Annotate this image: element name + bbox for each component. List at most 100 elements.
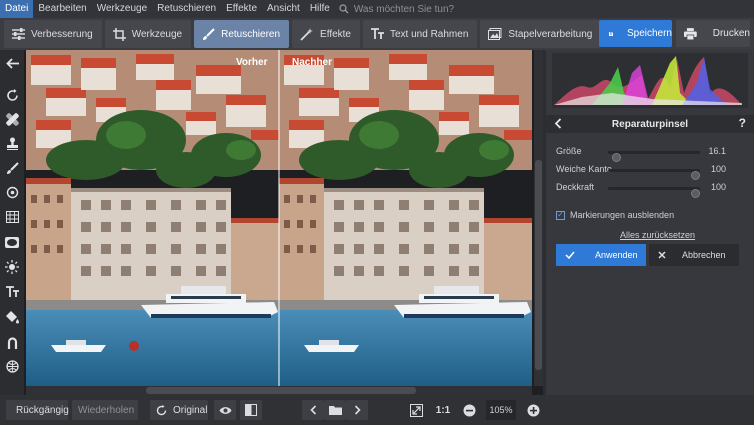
slider-track[interactable]	[608, 187, 700, 198]
checkbox-label: Markierungen ausblenden	[570, 210, 675, 220]
zoom-out-button[interactable]	[460, 400, 478, 420]
slider-value: 100	[710, 164, 726, 174]
print-button[interactable]: Drucken	[676, 20, 750, 47]
redo-label: Wiederholen	[78, 404, 135, 416]
cancel-label: Abbrechen	[682, 250, 726, 260]
slider-label: Weiche Kante	[556, 164, 612, 174]
next-image-button[interactable]	[346, 400, 368, 420]
panel-title: Reparaturpinsel	[611, 118, 689, 130]
menu-datei[interactable]: Datei	[0, 0, 34, 18]
tab-text-und-rahmen[interactable]: Text und Rahmen	[363, 20, 478, 48]
vertical-scrollbar[interactable]	[534, 50, 543, 386]
lasso-icon[interactable]	[2, 332, 22, 352]
chevron-left-icon[interactable]	[554, 118, 562, 129]
original-button[interactable]: Original	[150, 400, 208, 420]
brush-icon	[203, 27, 215, 40]
help-icon[interactable]: ?	[739, 116, 746, 130]
split-view-icon	[245, 404, 257, 416]
original-label: Original	[173, 404, 208, 416]
target-icon[interactable]	[2, 182, 22, 202]
reset-all-link[interactable]: Alles zurücksetzen	[620, 230, 695, 240]
hide-markings-option[interactable]: ✓ Markierungen ausblenden	[556, 210, 674, 220]
close-icon	[658, 251, 666, 259]
previous-image-button[interactable]	[302, 400, 324, 420]
crop-icon	[112, 27, 126, 41]
slider-knob[interactable]	[612, 153, 622, 162]
horizontal-scroll-thumb[interactable]	[146, 387, 416, 394]
menu-search[interactable]: Was möchten Sie tun?	[339, 4, 454, 15]
stamp-icon[interactable]	[2, 133, 22, 153]
actual-size-button[interactable]: 1:1	[432, 400, 454, 420]
slider-track[interactable]	[608, 151, 700, 162]
chevron-right-icon	[354, 405, 361, 415]
undo-button[interactable]: Rückgängig	[6, 400, 69, 420]
checkmark-icon	[565, 251, 575, 259]
slider-value: 100	[710, 182, 726, 192]
fit-screen-icon	[409, 403, 423, 417]
zoom-in-button[interactable]	[524, 400, 542, 420]
photo-preview[interactable]: Vorher Nachher	[26, 50, 532, 386]
before-label: Vorher	[236, 57, 268, 68]
menu-bearbeiten[interactable]: Bearbeiten	[33, 0, 91, 18]
main-toolbar: Verbesserung Werkzeuge Retuschieren Effe…	[0, 18, 754, 50]
text-icon[interactable]	[2, 282, 22, 302]
tab-effekte[interactable]: Effekte	[292, 20, 360, 48]
batch-icon	[488, 28, 502, 40]
reset-icon	[156, 404, 167, 415]
tab-werkzeuge[interactable]: Werkzeuge	[104, 20, 192, 48]
slider-knob[interactable]	[691, 171, 700, 180]
back-arrow-icon[interactable]	[2, 53, 22, 73]
slider-label: Größe	[556, 146, 582, 156]
tab-stapelverarbeitung[interactable]: Stapelverarbeitung	[480, 20, 602, 48]
fit-to-screen-button[interactable]	[406, 400, 426, 420]
slider-deckkraft[interactable]: Deckkraft 100	[556, 181, 746, 198]
panel-header: Reparaturpinsel ?	[546, 115, 754, 133]
vertical-scroll-thumb[interactable]	[535, 160, 542, 370]
horizontal-scrollbar[interactable]	[26, 386, 532, 395]
folder-icon	[328, 406, 342, 415]
search-placeholder: Was möchten Sie tun?	[353, 3, 455, 15]
slider-track[interactable]	[608, 169, 700, 180]
chevron-left-icon	[309, 405, 316, 415]
menu-retuschieren[interactable]: Retuschieren	[152, 0, 221, 18]
tab-label: Text und Rahmen	[390, 28, 469, 40]
globe-icon[interactable]	[2, 356, 22, 376]
grid-icon[interactable]	[2, 207, 22, 227]
zoom-level-field[interactable]: 105%	[486, 400, 516, 420]
menu-bar: Datei Bearbeiten Werkzeuge Retuschieren …	[0, 0, 754, 18]
text-icon	[371, 28, 384, 39]
slider-groesse[interactable]: Größe 16.1	[556, 145, 746, 162]
save-label: Speichern	[626, 28, 672, 39]
redo-button[interactable]: Wiederholen	[72, 400, 138, 420]
compare-view-button[interactable]	[240, 400, 262, 420]
slider-weiche-kante[interactable]: Weiche Kante 100	[556, 163, 746, 180]
tab-retuschieren[interactable]: Retuschieren	[194, 20, 290, 48]
slider-label: Deckkraft	[556, 182, 595, 192]
apply-button[interactable]: Anwenden	[556, 244, 646, 266]
fill-icon[interactable]	[2, 307, 22, 327]
cancel-button[interactable]: Abbrechen	[649, 244, 739, 266]
harbor-photo	[26, 50, 532, 386]
save-button[interactable]: Speichern	[599, 20, 672, 47]
tab-label: Retuschieren	[221, 28, 281, 40]
sun-icon[interactable]	[2, 257, 22, 277]
slider-knob[interactable]	[691, 189, 700, 198]
menu-ansicht[interactable]: Ansicht	[262, 0, 305, 18]
preview-toggle-button[interactable]	[214, 400, 236, 420]
hide-markings-checkbox[interactable]: ✓	[556, 210, 565, 220]
tab-verbesserung[interactable]: Verbesserung	[4, 20, 102, 48]
menu-werkzeuge[interactable]: Werkzeuge	[92, 0, 152, 18]
image-canvas[interactable]: Vorher Nachher	[24, 50, 543, 395]
magic-wand-icon	[300, 27, 314, 41]
healing-icon[interactable]	[2, 109, 22, 129]
open-folder-button[interactable]	[324, 400, 346, 420]
tab-label: Werkzeuge	[131, 28, 183, 40]
brush-icon[interactable]	[2, 158, 22, 178]
after-label: Nachher	[292, 57, 333, 68]
menu-effekte[interactable]: Effekte	[221, 0, 262, 18]
search-icon	[339, 4, 349, 14]
menu-hilfe[interactable]: Hilfe	[305, 0, 335, 18]
eye-icon	[219, 406, 231, 414]
vignette-icon[interactable]	[2, 232, 22, 252]
rotate-icon[interactable]	[2, 85, 22, 105]
